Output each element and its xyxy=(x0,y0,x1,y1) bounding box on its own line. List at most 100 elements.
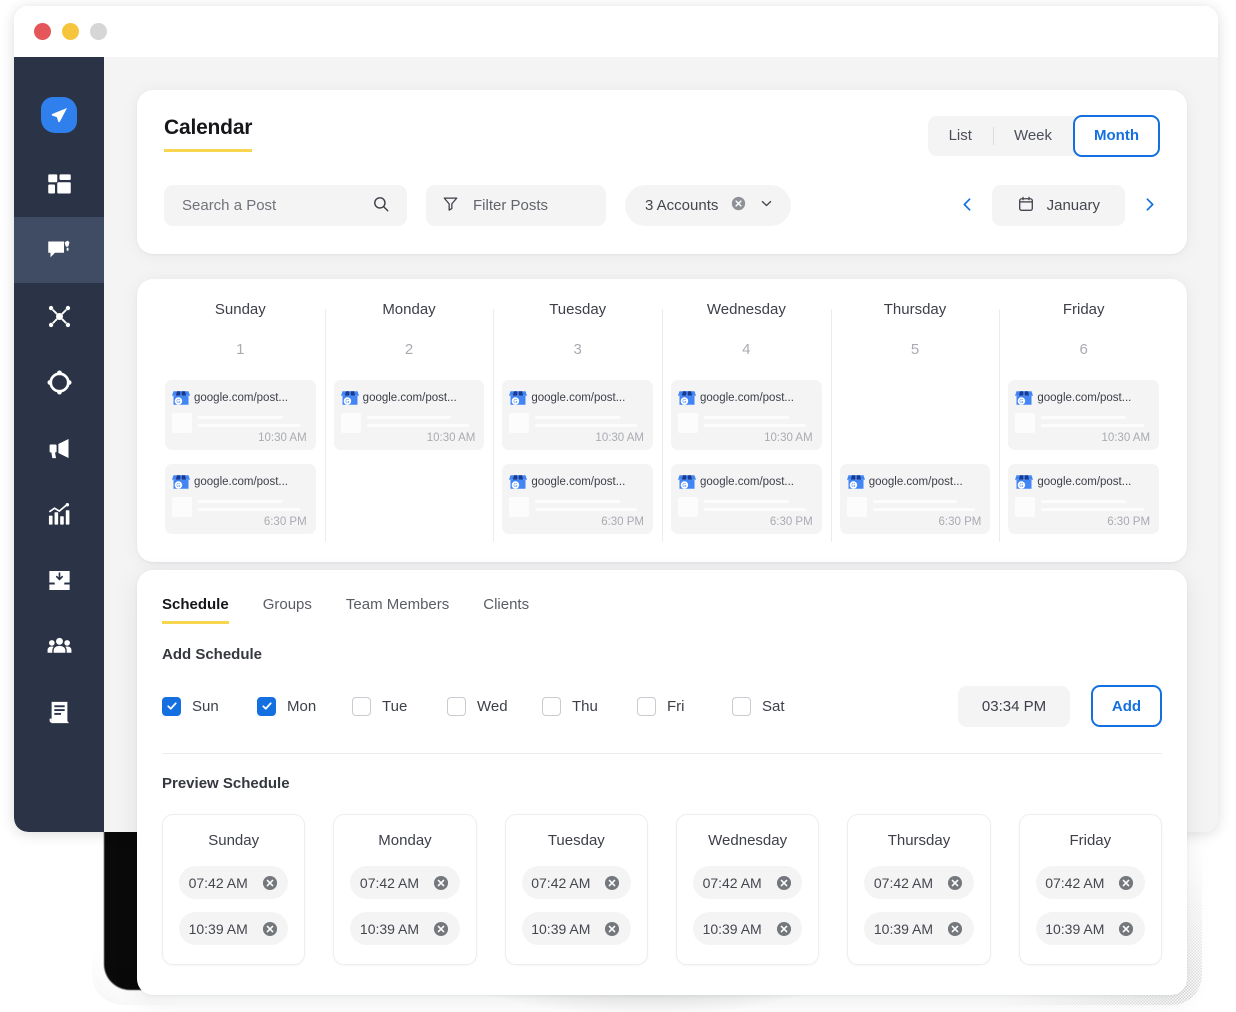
time-chip[interactable]: 10:39 AM xyxy=(864,912,974,945)
checkbox-mon[interactable]: Mon xyxy=(257,696,352,716)
next-month-button[interactable] xyxy=(1139,194,1160,218)
post-card[interactable]: G google.com/post... xyxy=(165,464,316,534)
time-chip[interactable]: 07:42 AM xyxy=(864,866,974,899)
post-card[interactable]: G google.com/post... xyxy=(333,380,485,450)
time-chip[interactable]: 10:39 AM xyxy=(350,912,460,945)
checkbox-fri[interactable]: Fri xyxy=(637,696,732,716)
prev-month-button[interactable] xyxy=(957,194,978,218)
sidebar-item-team[interactable] xyxy=(14,613,104,679)
add-schedule-button[interactable]: Add xyxy=(1091,685,1162,727)
post-card[interactable]: G google.com/post... xyxy=(671,464,822,534)
brand-logo[interactable] xyxy=(14,79,104,151)
tab-schedule[interactable]: Schedule xyxy=(162,596,229,624)
sidebar-item-inbox[interactable] xyxy=(14,547,104,613)
post-card[interactable]: G google.com/post... xyxy=(1008,380,1160,450)
checkbox-tue[interactable]: Tue xyxy=(352,696,447,716)
checkbox-box-fri[interactable] xyxy=(637,696,656,716)
time-chip[interactable]: 07:42 AM xyxy=(350,866,460,899)
preview-day-name: Wednesday xyxy=(708,832,788,849)
schedule-time-input[interactable]: 03:34 PM xyxy=(958,685,1070,727)
remove-circle-icon[interactable] xyxy=(432,920,450,938)
time-chip[interactable]: 10:39 AM xyxy=(179,912,289,945)
google-business-icon: G xyxy=(172,473,190,491)
checkbox-box-thu[interactable] xyxy=(542,696,561,716)
minimize-button[interactable] xyxy=(62,23,79,40)
checkbox-box-mon[interactable] xyxy=(257,696,276,716)
time-chip[interactable]: 10:39 AM xyxy=(1035,912,1145,945)
checkbox-box-sun[interactable] xyxy=(162,696,181,716)
post-card[interactable]: G google.com/post... xyxy=(502,380,654,450)
remove-circle-icon[interactable] xyxy=(603,874,621,892)
search-post-field[interactable] xyxy=(164,185,407,226)
remove-circle-icon[interactable] xyxy=(261,874,279,892)
chevron-down-icon[interactable] xyxy=(759,196,774,215)
view-tab-list[interactable]: List xyxy=(928,116,993,156)
time-chip[interactable]: 07:42 AM xyxy=(179,866,289,899)
remove-circle-icon[interactable] xyxy=(432,874,450,892)
time-chip[interactable]: 10:39 AM xyxy=(692,912,803,945)
post-url: google.com/post... xyxy=(868,476,963,488)
remove-circle-icon[interactable] xyxy=(1117,920,1135,938)
post-card[interactable]: G google.com/post... xyxy=(671,380,822,450)
remove-circle-icon[interactable] xyxy=(775,874,793,892)
month-display[interactable]: January xyxy=(991,185,1125,226)
view-tab-week[interactable]: Week xyxy=(992,116,1073,156)
tab-clients[interactable]: Clients xyxy=(483,596,529,621)
maximize-button[interactable] xyxy=(90,23,107,40)
time-chip[interactable]: 07:42 AM xyxy=(521,866,631,899)
post-card[interactable]: G google.com/post... xyxy=(165,380,316,450)
sidebar-item-analytics[interactable] xyxy=(14,481,104,547)
checkbox-label-wed: Wed xyxy=(477,697,508,715)
window-titlebar xyxy=(14,6,1218,57)
filter-posts-button[interactable]: Filter Posts xyxy=(426,185,606,226)
checkbox-sat[interactable]: Sat xyxy=(732,696,827,716)
search-input[interactable] xyxy=(182,197,362,214)
checkbox-thu[interactable]: Thu xyxy=(542,696,637,716)
time-chip-label: 10:39 AM xyxy=(188,920,248,937)
remove-circle-icon[interactable] xyxy=(775,920,793,938)
calendar-column-monday: Monday 2 G google.com/post... 10:30 AM xyxy=(324,301,494,548)
view-tab-month[interactable]: Month xyxy=(1073,115,1160,157)
post-card[interactable]: G google.com/post... xyxy=(839,464,991,534)
post-time: 6:30 PM xyxy=(1107,516,1151,528)
accounts-selector[interactable]: 3 Accounts xyxy=(625,185,792,226)
checkbox-box-sat[interactable] xyxy=(732,696,751,716)
time-chip[interactable]: 07:42 AM xyxy=(1035,866,1145,899)
remove-circle-icon[interactable] xyxy=(946,920,964,938)
tab-groups[interactable]: Groups xyxy=(263,596,312,621)
checkbox-sun[interactable]: Sun xyxy=(162,696,257,716)
remove-circle-icon[interactable] xyxy=(946,874,964,892)
checkbox-label-tue: Tue xyxy=(382,697,408,715)
day-name: Monday xyxy=(382,301,436,318)
sidebar-item-campaigns[interactable] xyxy=(14,415,104,481)
sidebar-item-posts[interactable] xyxy=(14,217,104,283)
time-chip[interactable]: 07:42 AM xyxy=(692,866,803,899)
tab-team-members[interactable]: Team Members xyxy=(346,596,449,621)
checkbox-box-wed[interactable] xyxy=(447,696,466,716)
sidebar-item-targets[interactable] xyxy=(14,349,104,415)
post-thumbnail xyxy=(340,413,361,433)
checkbox-label-fri: Fri xyxy=(667,697,685,715)
remove-circle-icon[interactable] xyxy=(261,920,279,938)
remove-circle-icon[interactable] xyxy=(1117,874,1135,892)
checkbox-wed[interactable]: Wed xyxy=(447,696,542,716)
post-time: 10:30 AM xyxy=(258,432,307,444)
sidebar-item-dashboard[interactable] xyxy=(14,151,104,217)
time-chip[interactable]: 10:39 AM xyxy=(521,912,631,945)
post-card[interactable]: G google.com/post... xyxy=(502,464,654,534)
sidebar-item-reports[interactable] xyxy=(14,679,104,745)
svg-text:G: G xyxy=(682,399,686,405)
checkbox-box-tue[interactable] xyxy=(352,696,371,716)
clear-circle-icon[interactable] xyxy=(730,195,747,216)
close-button[interactable] xyxy=(34,23,51,40)
svg-text:G: G xyxy=(176,483,180,489)
post-text-placeholder xyxy=(1041,413,1150,433)
preview-card-monday: Monday 07:42 AM 10:39 AM xyxy=(333,814,477,965)
search-icon[interactable] xyxy=(372,195,390,217)
post-card[interactable]: G google.com/post... xyxy=(1008,464,1160,534)
remove-circle-icon[interactable] xyxy=(603,920,621,938)
svg-text:G: G xyxy=(851,483,855,489)
post-url: google.com/post... xyxy=(1037,476,1132,488)
preview-day-name: Thursday xyxy=(887,832,951,849)
sidebar-item-network[interactable] xyxy=(14,283,104,349)
